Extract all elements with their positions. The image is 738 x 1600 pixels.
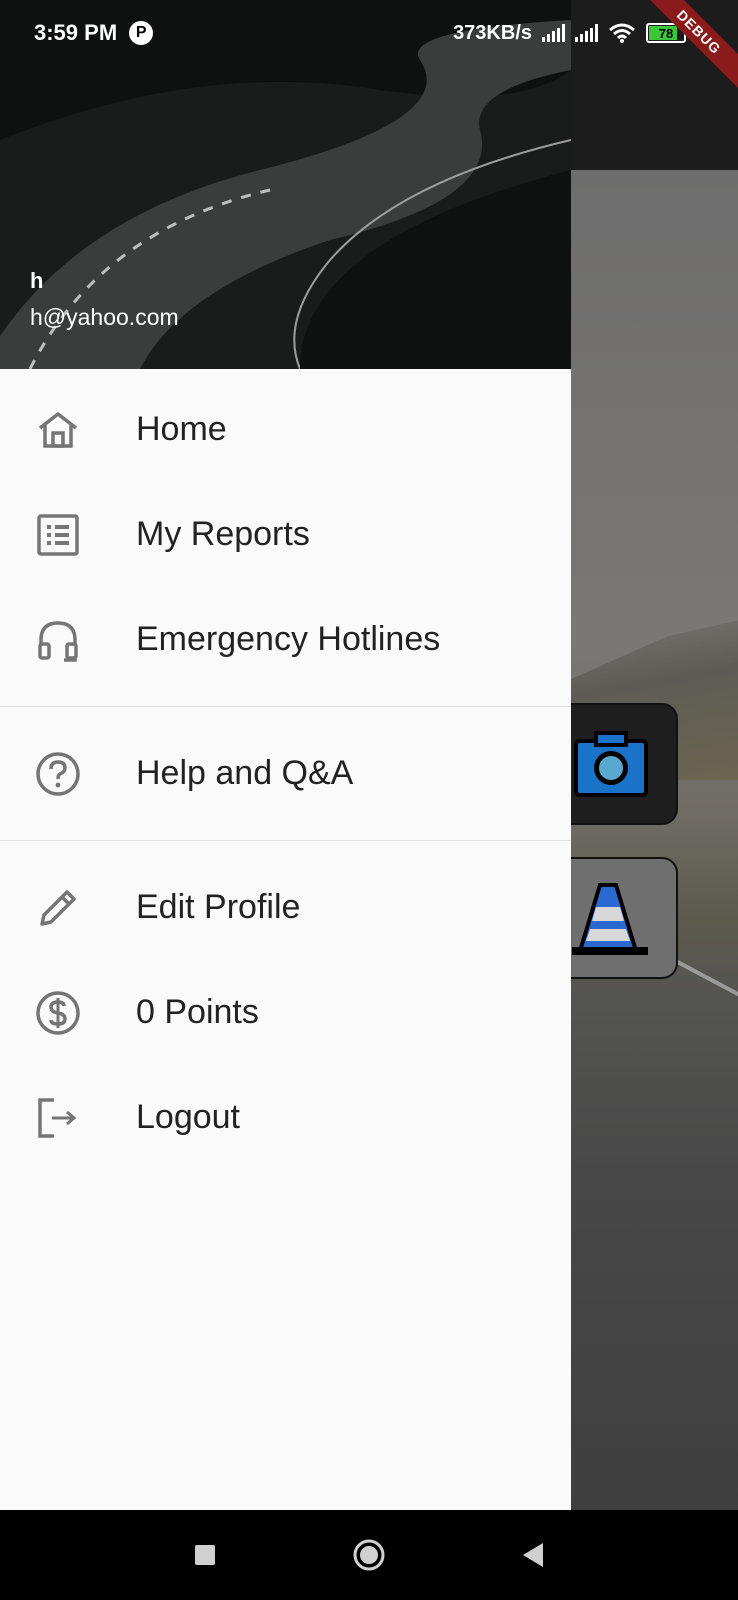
camera-icon [574, 731, 648, 797]
navigation-drawer: h h@yahoo.com Home My Reports Emergency … [0, 0, 571, 1510]
system-navigation-bar [0, 1510, 738, 1600]
traffic-cone-icon [572, 883, 648, 955]
menu-item-logout[interactable]: Logout [0, 1065, 571, 1170]
recents-button[interactable] [183, 1533, 227, 1577]
menu-label: 0 Points [136, 993, 259, 1031]
menu-divider [0, 840, 571, 841]
menu-item-edit-profile[interactable]: Edit Profile [0, 855, 571, 960]
pencil-icon [40, 889, 76, 926]
menu-label: Logout [136, 1098, 240, 1136]
menu-label: Home [136, 410, 227, 448]
menu-item-points[interactable]: 0 Points [0, 960, 571, 1065]
status-bar: 3:59 PM P 373KB/s 78 [0, 0, 738, 66]
drawer-menu: Home My Reports Emergency Hotlines Help … [0, 369, 571, 1170]
home-nav-button[interactable] [347, 1533, 391, 1577]
signal-icon-2 [575, 24, 598, 42]
menu-item-my-reports[interactable]: My Reports [0, 482, 571, 587]
menu-item-home[interactable]: Home [0, 377, 571, 482]
back-button[interactable] [511, 1533, 555, 1577]
status-time: 3:59 PM [34, 20, 118, 45]
menu-label: Help and Q&A [136, 754, 354, 792]
menu-label: My Reports [136, 515, 310, 553]
menu-item-help[interactable]: Help and Q&A [0, 721, 571, 826]
wifi-icon [609, 23, 635, 43]
signal-icon [542, 24, 565, 42]
circle-icon [353, 1539, 385, 1571]
notification-icon: P [129, 21, 154, 45]
dollar-circle-icon [36, 990, 80, 1035]
user-email: h@yahoo.com [30, 304, 179, 330]
list-icon [37, 513, 79, 556]
logout-icon [38, 1097, 77, 1138]
network-speed: 373KB/s [453, 21, 532, 44]
menu-item-emergency-hotlines[interactable]: Emergency Hotlines [0, 587, 571, 692]
menu-divider [0, 706, 571, 707]
help-circle-icon [36, 751, 80, 796]
battery-level: 78 [658, 25, 674, 41]
home-icon [38, 411, 78, 448]
menu-label: Edit Profile [136, 888, 301, 926]
headset-icon [38, 620, 78, 662]
user-name: h [30, 268, 44, 293]
menu-label: Emergency Hotlines [136, 620, 441, 658]
back-triangle-icon [523, 1543, 543, 1567]
square-icon [195, 1545, 215, 1565]
